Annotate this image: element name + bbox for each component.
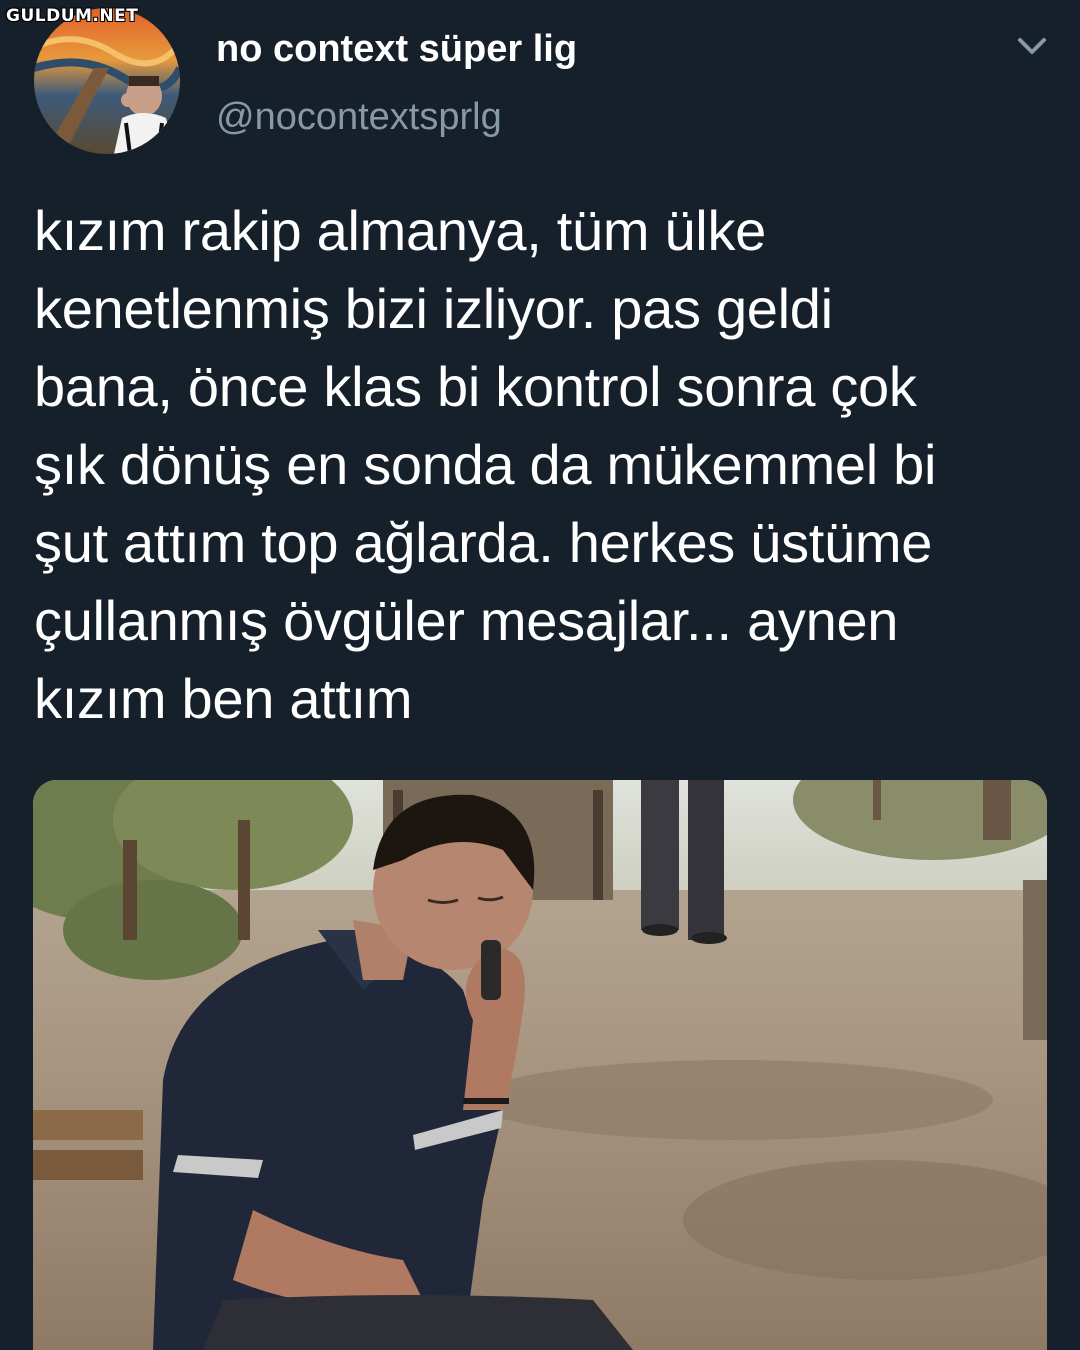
avatar-image: [34, 8, 180, 154]
tweet-text-line: çullanmış övgüler mesajlar... aynen: [34, 589, 899, 652]
tweet-text: kızım rakip almanya, tüm ülke kenetlenmi…: [34, 192, 1054, 738]
user-handle[interactable]: @nocontextsprlg: [216, 96, 502, 139]
tweet-text-line: kenetlenmiş bizi izliyor. pas geldi: [34, 277, 833, 340]
tweet-text-line: bana, önce klas bi kontrol sonra çok: [34, 355, 917, 418]
display-name[interactable]: no context süper lig: [216, 28, 577, 71]
tweet-text-line: kızım ben attım: [34, 667, 413, 730]
tweet-text-line: şut attım top ağlarda. herkes üstüme: [34, 511, 933, 574]
tweet-text-line: kızım rakip almanya, tüm ülke: [34, 199, 766, 262]
chevron-down-icon[interactable]: [1012, 30, 1052, 60]
tweet-text-line: şık dönüş en sonda da mükemmel bi: [34, 433, 937, 496]
profile-avatar[interactable]: [34, 8, 180, 154]
photo-image: [33, 780, 1047, 1350]
site-watermark: GULDUM.NET: [6, 6, 139, 26]
tweet-photo[interactable]: [33, 780, 1047, 1350]
